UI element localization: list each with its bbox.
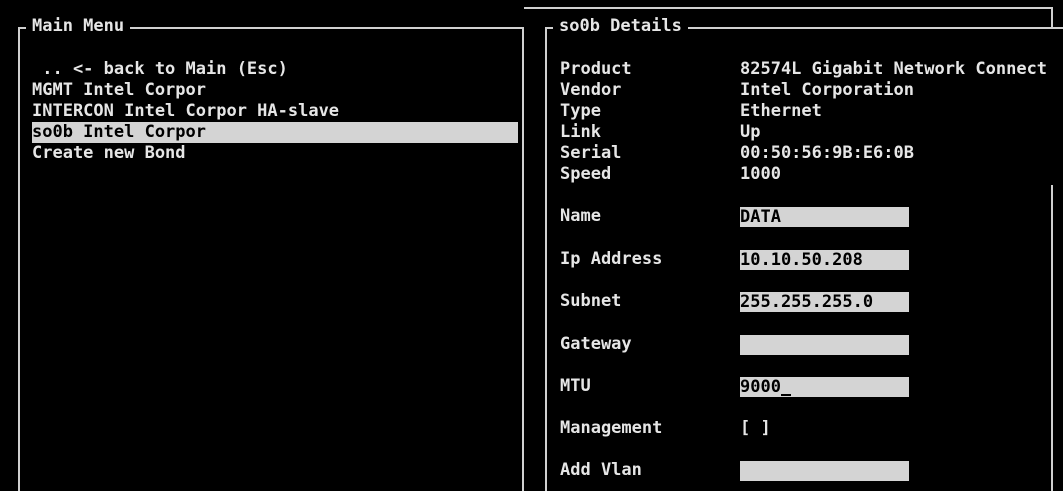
- mtu-field[interactable]: 9000: [740, 377, 909, 397]
- vendor-value: Intel Corporation: [740, 80, 914, 100]
- name-label: Name: [560, 206, 601, 226]
- product-label: Product: [560, 59, 632, 79]
- subnet-label: Subnet: [560, 291, 622, 311]
- right-border-top: [1051, 7, 1053, 27]
- mtu-value: 9000: [740, 377, 781, 397]
- menu-item-intercon[interactable]: INTERCON Intel Corpor HA-slave: [32, 101, 518, 122]
- serial-label: Serial: [560, 143, 622, 163]
- left-border: [18, 27, 20, 491]
- details-title: so0b Details: [553, 16, 688, 37]
- right-border: [522, 27, 524, 491]
- serial-value: 00:50:56:9B:E6:0B: [740, 143, 914, 163]
- gateway-field[interactable]: [740, 335, 909, 355]
- type-value: Ethernet: [740, 101, 822, 121]
- mtu-label: MTU: [560, 376, 591, 396]
- ip-address-field[interactable]: 10.10.50.208: [740, 250, 909, 270]
- management-label: Management: [560, 418, 663, 438]
- speed-label: Speed: [560, 164, 612, 184]
- right-border-scroll: [1051, 185, 1053, 491]
- add-vlan-field[interactable]: [740, 461, 909, 481]
- name-field[interactable]: DATA: [740, 207, 909, 227]
- type-label: Type: [560, 101, 601, 121]
- text-cursor: [780, 394, 791, 396]
- product-value: 82574L Gigabit Network Connect: [740, 59, 1048, 79]
- main-menu-title: Main Menu: [26, 16, 131, 37]
- menu-item-mgmt[interactable]: MGMT Intel Corpor: [32, 80, 518, 101]
- subnet-field[interactable]: 255.255.255.0: [740, 292, 909, 312]
- menu-item-create-bond[interactable]: Create new Bond: [32, 143, 518, 164]
- link-value: Up: [740, 122, 761, 142]
- left-border: [545, 27, 547, 491]
- outer-top-border: [524, 7, 1053, 9]
- menu-item-so0b[interactable]: so0b Intel Corpor: [32, 122, 518, 143]
- gateway-label: Gateway: [560, 334, 632, 354]
- menu-item-back[interactable]: .. <- back to Main (Esc): [32, 59, 518, 80]
- speed-value: 1000: [740, 164, 781, 184]
- ip-address-label: Ip Address: [560, 249, 663, 269]
- vendor-label: Vendor: [560, 80, 622, 100]
- link-label: Link: [560, 122, 601, 142]
- add-vlan-label: Add Vlan: [560, 460, 642, 480]
- management-checkbox[interactable]: [ ]: [740, 418, 771, 439]
